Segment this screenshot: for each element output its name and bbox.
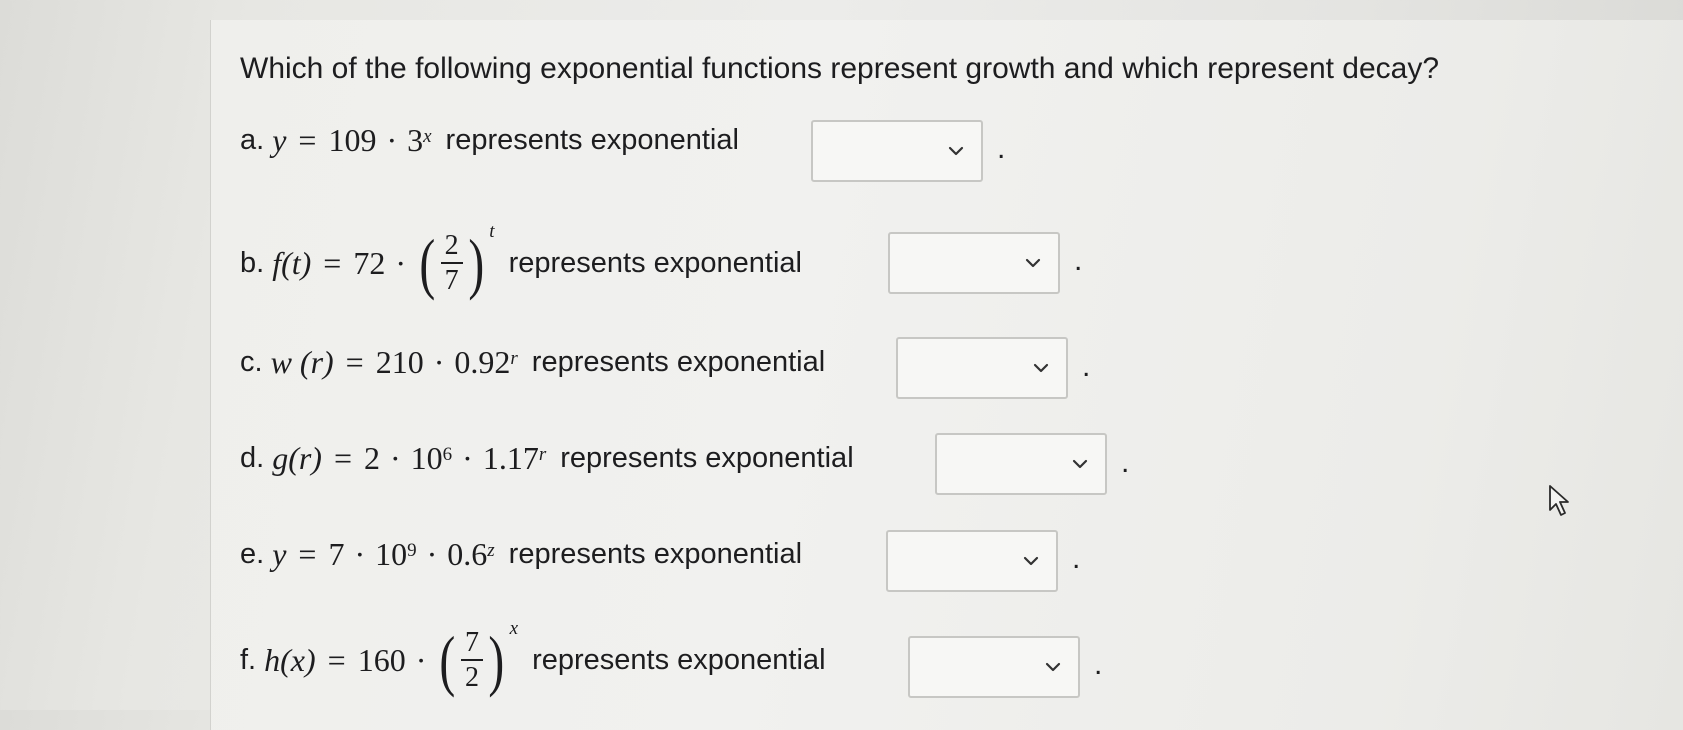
item-letter: d. xyxy=(240,442,265,474)
math-equals: = xyxy=(298,122,317,158)
math-base: 0.6 xyxy=(447,536,488,572)
math-base: 3 xyxy=(407,122,424,158)
chevron-down-icon xyxy=(948,146,964,156)
math-right-paren: ) xyxy=(488,622,505,698)
dropdown-b[interactable] xyxy=(888,232,1060,294)
period: . xyxy=(1072,542,1081,575)
math-fraction: 7 2 xyxy=(461,626,483,693)
period: . xyxy=(1082,350,1091,383)
chevron-down-icon xyxy=(1023,556,1039,566)
period: . xyxy=(1074,244,1083,277)
fraction-numerator: 2 xyxy=(444,229,459,261)
chevron-down-icon xyxy=(1072,459,1088,469)
math-equals: = xyxy=(333,440,352,476)
item-letter: e. xyxy=(240,538,265,570)
math-fraction: 2 7 xyxy=(440,229,463,296)
fraction-denominator: 2 xyxy=(465,662,479,693)
equation-d: g(r) = 2 · 10 6 · 1.17 r xyxy=(272,440,546,477)
math-lhs: y xyxy=(272,536,287,572)
chevron-down-icon xyxy=(1045,662,1061,672)
fraction-bar xyxy=(440,262,463,264)
math-coefficient: 72 xyxy=(353,244,386,281)
math-exponent: x xyxy=(423,125,432,147)
represents-label: represents exponential xyxy=(508,538,803,570)
item-c: c. w (r) = 210 · 0.92 r represents expone… xyxy=(240,344,825,381)
math-equals: = xyxy=(327,641,346,678)
equation-c: w (r) = 210 · 0.92 r xyxy=(271,344,518,381)
dropdown-d[interactable] xyxy=(935,433,1107,495)
period: . xyxy=(1094,648,1103,681)
fraction-numerator: 7 xyxy=(465,626,479,658)
math-dot: · xyxy=(433,344,445,380)
fraction-denominator: 7 xyxy=(444,265,459,296)
math-lhs: y xyxy=(272,122,287,158)
question-prompt: Which of the following exponential funct… xyxy=(240,52,1440,85)
fraction-bar xyxy=(461,659,483,661)
math-power-base: 10 xyxy=(375,536,408,572)
math-exponent: r xyxy=(510,347,518,369)
math-dot: · xyxy=(426,536,438,572)
math-power-exponent: 9 xyxy=(407,539,417,561)
math-equals: = xyxy=(298,536,317,572)
math-lhs: h(x) xyxy=(264,641,316,678)
math-power-exponent: 6 xyxy=(442,443,453,465)
math-lhs: f(t) xyxy=(272,244,312,281)
mouse-pointer-icon xyxy=(1549,485,1569,516)
represents-label: represents exponential xyxy=(532,643,826,676)
item-letter: a. xyxy=(240,124,265,156)
math-dot: · xyxy=(395,244,406,281)
math-exponent: x xyxy=(509,618,519,639)
item-a: a. y = 109 · 3x represents exponential xyxy=(240,122,739,159)
math-dot: · xyxy=(462,440,473,476)
math-coefficient: 210 xyxy=(375,344,424,380)
dropdown-c[interactable] xyxy=(896,337,1068,399)
item-letter: b. xyxy=(240,246,265,279)
equation-b: f(t) = 72 · ( 2 7 ) t xyxy=(272,221,494,301)
item-e: e. y = 7 · 10 9 · 0.6 z represents exponen… xyxy=(240,536,802,573)
period: . xyxy=(997,132,1006,165)
math-exponent: r xyxy=(538,443,547,465)
math-lhs: g(r) xyxy=(272,440,322,476)
math-exponent: z xyxy=(487,539,495,561)
math-lhs: w (r) xyxy=(270,344,334,380)
math-dot: · xyxy=(390,440,401,476)
math-base: 0.92 xyxy=(454,344,511,380)
item-letter: f. xyxy=(240,643,257,676)
chevron-down-icon xyxy=(1025,258,1041,268)
item-letter: c. xyxy=(240,346,263,378)
represents-label: represents exponential xyxy=(508,246,802,279)
equation-e: y = 7 · 10 9 · 0.6 z xyxy=(272,536,494,573)
represents-label: represents exponential xyxy=(445,124,739,156)
math-equals: = xyxy=(323,244,342,281)
item-f: f. h(x) = 160 · ( 7 2 ) x represents exp… xyxy=(240,618,826,698)
item-b: b. f(t) = 72 · ( 2 7 ) t represents expo… xyxy=(240,221,802,301)
math-dot: · xyxy=(415,641,427,678)
represents-label: represents exponential xyxy=(560,442,854,474)
chevron-down-icon xyxy=(1033,363,1049,373)
math-dot: · xyxy=(354,536,366,572)
math-coefficient: 2 xyxy=(364,440,380,476)
math-base: 1.17 xyxy=(482,440,539,476)
math-power-base: 10 xyxy=(410,440,443,476)
item-d: d. g(r) = 2 · 10 6 · 1.17 r represents exp… xyxy=(240,440,854,477)
math-coefficient: 160 xyxy=(357,641,406,678)
equation-f: h(x) = 160 · ( 7 2 ) x xyxy=(264,618,518,698)
dropdown-e[interactable] xyxy=(886,530,1058,592)
represents-label: represents exponential xyxy=(531,346,826,378)
math-right-paren: ) xyxy=(468,225,484,301)
equation-a: y = 109 · 3x xyxy=(272,122,431,159)
dropdown-f[interactable] xyxy=(908,636,1080,698)
math-equals: = xyxy=(345,344,364,380)
math-left-paren: ( xyxy=(419,225,436,301)
math-coefficient: 109 xyxy=(328,122,377,158)
math-coefficient: 7 xyxy=(328,536,345,572)
dropdown-a[interactable] xyxy=(811,120,983,182)
period: . xyxy=(1121,446,1130,479)
math-dot: · xyxy=(386,122,398,158)
math-exponent: t xyxy=(489,221,495,242)
math-left-paren: ( xyxy=(439,622,456,698)
